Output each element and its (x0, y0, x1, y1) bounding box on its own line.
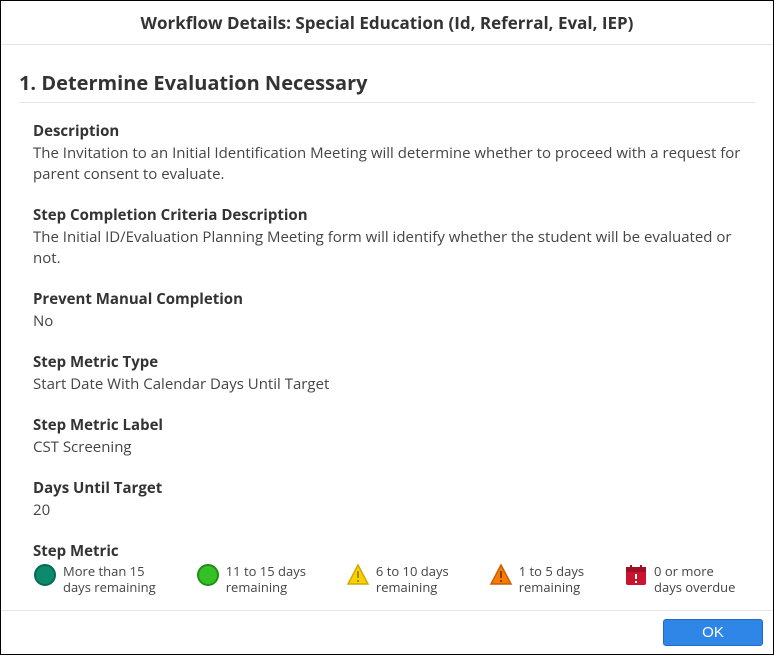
circle-green-icon (196, 563, 220, 587)
field-days-until-target-value: 20 (33, 500, 755, 521)
field-step-metric-label: Step Metric Label CST Screening (33, 415, 755, 458)
field-completion-criteria-value: The Initial ID/Evaluation Planning Meeti… (33, 227, 755, 269)
legend-item-1-5: 1 to 5 days remaining (489, 563, 584, 596)
triangle-orange-icon (489, 563, 513, 587)
legend-item-label: 6 to 10 days remaining (376, 563, 449, 596)
field-step-metric-type-label: Step Metric Type (33, 352, 755, 372)
triangle-yellow-icon (346, 563, 370, 587)
field-description-value: The Invitation to an Initial Identificat… (33, 143, 755, 185)
field-step-metric-label-value: CST Screening (33, 437, 755, 458)
field-step-metric-type: Step Metric Type Start Date With Calenda… (33, 352, 755, 395)
legend-item-label: More than 15 days remaining (63, 563, 156, 596)
section-1-heading: 1. Determine Evaluation Necessary (19, 69, 755, 96)
legend-item-more-than-15: More than 15 days remaining (33, 563, 156, 596)
section-1-divider (19, 102, 755, 103)
field-days-until-target-label: Days Until Target (33, 478, 755, 498)
field-prevent-manual-label: Prevent Manual Completion (33, 289, 755, 309)
field-completion-criteria-label: Step Completion Criteria Description (33, 205, 755, 225)
dialog-footer: OK (1, 610, 773, 654)
legend-item-6-10: 6 to 10 days remaining (346, 563, 449, 596)
ok-button[interactable]: OK (663, 619, 763, 646)
step-metric-legend: Step Metric More than 15 days remaining (33, 541, 755, 596)
legend-item-11-15: 11 to 15 days remaining (196, 563, 306, 596)
field-step-metric-label-label: Step Metric Label (33, 415, 755, 435)
step-metric-legend-label: Step Metric (33, 541, 755, 561)
dialog-title: Workflow Details: Special Education (Id,… (1, 1, 773, 45)
field-days-until-target: Days Until Target 20 (33, 478, 755, 521)
field-prevent-manual: Prevent Manual Completion No (33, 289, 755, 332)
legend-item-label: 1 to 5 days remaining (519, 563, 584, 596)
field-prevent-manual-value: No (33, 311, 755, 332)
legend-item-label: 11 to 15 days remaining (226, 563, 306, 596)
field-description: Description The Invitation to an Initial… (33, 121, 755, 185)
calendar-alert-red-icon (624, 563, 648, 587)
field-step-metric-type-value: Start Date With Calendar Days Until Targ… (33, 374, 755, 395)
workflow-details-dialog: Workflow Details: Special Education (Id,… (1, 1, 773, 654)
circle-teal-icon (33, 563, 57, 587)
dialog-content[interactable]: 1. Determine Evaluation Necessary Descri… (1, 45, 773, 610)
field-description-label: Description (33, 121, 755, 141)
legend-item-label: 0 or more days overdue (654, 563, 735, 596)
field-completion-criteria: Step Completion Criteria Description The… (33, 205, 755, 269)
legend-item-overdue: 0 or more days overdue (624, 563, 735, 596)
